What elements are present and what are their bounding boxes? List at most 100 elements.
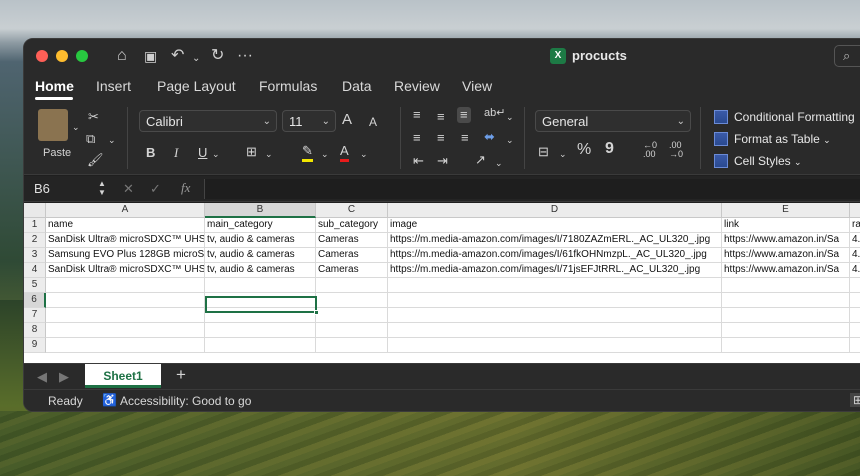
align-middle-icon[interactable]: ≡ <box>437 109 445 125</box>
name-box-stepper-icon[interactable]: ▲ ▼ <box>98 179 106 197</box>
cell-e4[interactable]: https://www.amazon.in/Sa <box>722 263 850 278</box>
cell-b9[interactable] <box>205 338 316 353</box>
row-header-7[interactable]: 7 <box>24 308 46 323</box>
cell-a7[interactable] <box>46 308 205 323</box>
cell-a1[interactable]: name <box>46 218 205 233</box>
column-header-f[interactable]: F <box>850 203 860 218</box>
cell-e6[interactable] <box>722 293 850 308</box>
increase-indent-icon[interactable]: ⇥ <box>437 153 448 169</box>
increase-decimal-icon[interactable]: ←0.00 <box>643 141 657 159</box>
redo-icon[interactable]: ↻ <box>211 47 224 65</box>
cell-a9[interactable] <box>46 338 205 353</box>
row-header-9[interactable]: 9 <box>24 338 46 353</box>
accessibility-icon[interactable]: ♿ <box>102 393 117 407</box>
cancel-entry-icon[interactable]: ✕ <box>123 181 134 197</box>
font-size-select[interactable]: 11 ⌄ <box>282 110 336 132</box>
orientation-icon[interactable]: ↗ <box>475 152 486 168</box>
column-header-b[interactable]: B <box>205 203 316 218</box>
insert-function-button[interactable]: fx <box>181 180 190 196</box>
accounting-dropdown-chevron-icon[interactable]: ⌄ <box>559 146 567 162</box>
cell-d3[interactable]: https://m.media-amazon.com/images/I/61fk… <box>388 248 722 263</box>
scroll-sheets-right-icon[interactable]: ▶ <box>59 369 69 385</box>
cell-c8[interactable] <box>316 323 388 338</box>
wrap-text-icon[interactable]: ab↵ <box>484 105 505 121</box>
cell-c1[interactable]: sub_category <box>316 218 388 233</box>
accessibility-status[interactable]: Accessibility: Good to go <box>120 394 251 408</box>
confirm-entry-icon[interactable]: ✓ <box>150 181 161 197</box>
cell-f3[interactable]: 4. <box>850 248 860 263</box>
orientation-dropdown-chevron-icon[interactable]: ⌄ <box>495 155 503 171</box>
align-center-icon[interactable]: ≡ <box>437 130 445 146</box>
cell-e5[interactable] <box>722 278 850 293</box>
cell-d2[interactable]: https://m.media-amazon.com/images/I/7180… <box>388 233 722 248</box>
conditional-formatting-button[interactable]: Conditional Formatting <box>714 109 855 125</box>
cell-a5[interactable] <box>46 278 205 293</box>
cell-e2[interactable]: https://www.amazon.in/Sa <box>722 233 850 248</box>
tab-view[interactable]: View <box>462 78 492 94</box>
cell-b1[interactable]: main_category <box>205 218 316 233</box>
scroll-sheets-left-icon[interactable]: ◀ <box>37 369 47 385</box>
cut-icon[interactable]: ✂ <box>88 109 99 125</box>
cell-a3[interactable]: Samsung EVO Plus 128GB microSD <box>46 248 205 263</box>
paste-dropdown-chevron-icon[interactable]: ⌄ <box>72 119 80 135</box>
align-left-icon[interactable]: ≡ <box>413 130 421 146</box>
zoom-window-button[interactable] <box>76 50 88 62</box>
cell-f9[interactable] <box>850 338 860 353</box>
cell-a4[interactable]: SanDisk Ultra® microSDXC™ UHS-I <box>46 263 205 278</box>
format-as-table-button[interactable]: Format as Table ⌄ <box>714 131 831 148</box>
borders-dropdown-chevron-icon[interactable]: ⌄ <box>265 146 273 162</box>
borders-icon[interactable]: ⊞ <box>246 144 257 160</box>
sheet-tab-sheet1[interactable]: Sheet1 <box>85 364 161 388</box>
undo-dropdown-chevron-icon[interactable]: ⌄ <box>192 50 200 68</box>
tab-review[interactable]: Review <box>394 78 440 94</box>
highlight-color-icon[interactable]: ✎ <box>302 143 313 162</box>
copy-dropdown-chevron-icon[interactable]: ⌄ <box>108 132 116 148</box>
cell-f7[interactable] <box>850 308 860 323</box>
cell-d8[interactable] <box>388 323 722 338</box>
close-window-button[interactable] <box>36 50 48 62</box>
column-header-d[interactable]: D <box>388 203 722 218</box>
select-all-button[interactable] <box>24 203 46 218</box>
add-sheet-button[interactable]: + <box>176 366 186 383</box>
merge-center-icon[interactable]: ⬌ <box>484 129 495 145</box>
spreadsheet-grid[interactable]: ABCDEF 1namemain_categorysub_categoryimag… <box>24 203 860 363</box>
decrease-indent-icon[interactable]: ⇤ <box>413 153 424 169</box>
cell-f8[interactable] <box>850 323 860 338</box>
format-painter-icon[interactable]: 🖌 <box>87 152 104 168</box>
cell-d5[interactable] <box>388 278 722 293</box>
grow-font-button[interactable]: A <box>342 112 352 128</box>
row-header-8[interactable]: 8 <box>24 323 46 338</box>
shrink-font-button[interactable]: A <box>369 114 377 130</box>
column-header-e[interactable]: E <box>722 203 850 218</box>
align-bottom-icon[interactable]: ≡ <box>457 107 471 123</box>
search-icon[interactable]: ⌕ <box>834 45 860 67</box>
cell-b5[interactable] <box>205 278 316 293</box>
cell-c9[interactable] <box>316 338 388 353</box>
decrease-decimal-icon[interactable]: .00 →0 <box>669 141 683 159</box>
home-icon[interactable]: ⌂ <box>117 47 127 65</box>
wrap-dropdown-chevron-icon[interactable]: ⌄ <box>506 109 514 125</box>
cell-f2[interactable]: 4. <box>850 233 860 248</box>
highlight-dropdown-chevron-icon[interactable]: ⌄ <box>321 146 329 162</box>
column-header-c[interactable]: C <box>316 203 388 218</box>
tab-home[interactable]: Home <box>35 78 74 94</box>
tab-insert[interactable]: Insert <box>96 78 131 94</box>
cell-e3[interactable]: https://www.amazon.in/Sa <box>722 248 850 263</box>
tab-data[interactable]: Data <box>342 78 372 94</box>
cell-c2[interactable]: Cameras <box>316 233 388 248</box>
cell-b3[interactable]: tv, audio & cameras <box>205 248 316 263</box>
underline-dropdown-chevron-icon[interactable]: ⌄ <box>212 146 220 162</box>
cell-c3[interactable]: Cameras <box>316 248 388 263</box>
merge-dropdown-chevron-icon[interactable]: ⌄ <box>506 132 514 148</box>
cell-c7[interactable] <box>316 308 388 323</box>
save-icon[interactable]: ▣ <box>144 47 157 65</box>
cell-e7[interactable] <box>722 308 850 323</box>
cell-d4[interactable]: https://m.media-amazon.com/images/I/71js… <box>388 263 722 278</box>
cell-a8[interactable] <box>46 323 205 338</box>
undo-icon[interactable]: ↶ <box>171 47 184 65</box>
row-header-6[interactable]: 6 <box>24 293 46 308</box>
percent-style-button[interactable]: % <box>577 142 591 158</box>
accounting-format-icon[interactable]: ⊟ <box>538 144 549 160</box>
normal-view-icon[interactable]: ⊞ <box>850 393 860 407</box>
cell-f4[interactable]: 4. <box>850 263 860 278</box>
